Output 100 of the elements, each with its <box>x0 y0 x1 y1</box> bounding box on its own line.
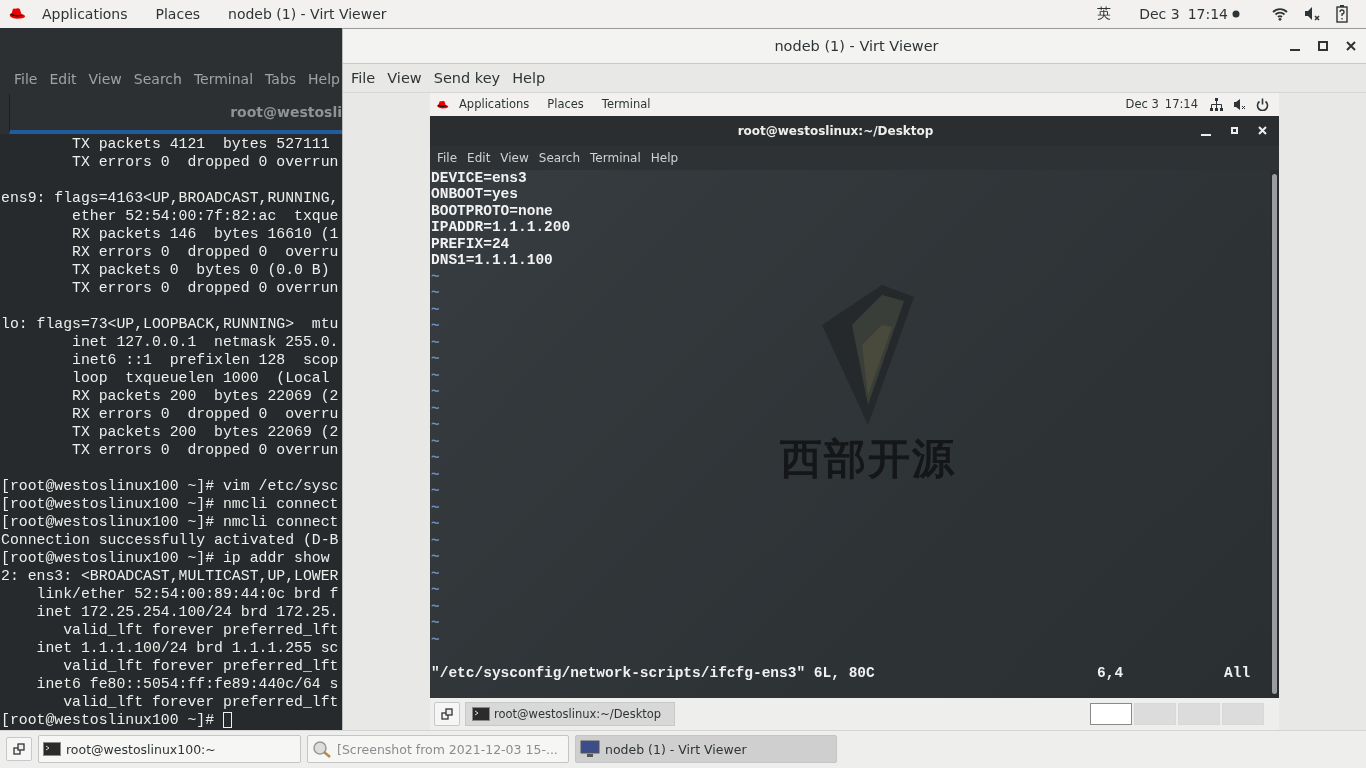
terminal-line: ens9: flags=4163<UP,BROADCAST,RUNNING, <box>1 188 339 207</box>
taskbar-item[interactable]: root@westoslinux100:~ <box>38 735 301 764</box>
editor-line: ~ <box>430 631 441 649</box>
clock-time[interactable]: 17:14 <box>1183 5 1228 22</box>
editor-line: ~ <box>430 615 441 632</box>
windows-icon <box>13 743 25 756</box>
terminal-line: lo: flags=73<UP,LOOPBACK,RUNNING> mtu <box>1 314 339 333</box>
volume-muted-icon[interactable] <box>1233 97 1246 111</box>
terminal-line: inet 172.25.254.100/24 brd 172.25. <box>35 602 339 621</box>
menu-item[interactable]: Terminal <box>187 70 260 87</box>
terminal-line: inet6 ::1 prefixlen 128 scop <box>71 350 339 369</box>
editor-line: PREFIX=24 <box>430 235 511 253</box>
editor-line: ~ <box>430 285 441 302</box>
terminal-line: RX packets 200 bytes 22069 (2 <box>71 386 339 405</box>
editor-line: ~ <box>430 466 441 484</box>
terminal-line: [root@westoslinux100 ~]# nmcli connect <box>1 494 339 513</box>
terminal-line: TX packets 200 bytes 22069 (2 <box>71 422 339 441</box>
terminal-icon <box>43 742 61 757</box>
menu-item[interactable]: Terminal <box>585 150 646 165</box>
hat-icon <box>8 7 26 21</box>
terminal-line: 2: ens3: <BROADCAST,MULTICAST,UP,LOWER <box>1 566 339 585</box>
editor-line: ~ <box>430 532 441 550</box>
volume-muted-icon[interactable] <box>1304 5 1320 22</box>
clock-date[interactable]: Dec 3 <box>1117 97 1159 112</box>
menu-item[interactable]: File <box>8 70 44 87</box>
terminal-line: TX errors 0 dropped 0 overrun <box>71 440 339 459</box>
terminal-line: [root@westoslinux100 ~]# ip addr show <box>1 548 330 567</box>
terminal-line: inet 127.0.0.1 netmask 255.0. <box>71 332 339 351</box>
menu-item[interactable]: View <box>381 69 428 86</box>
menu-item[interactable]: File <box>345 69 382 86</box>
menu-item[interactable]: View <box>82 70 128 87</box>
editor-line: ~ <box>430 417 441 434</box>
editor-line: ~ <box>430 318 441 335</box>
wifi-icon[interactable] <box>1272 6 1288 21</box>
windows-icon <box>441 707 453 720</box>
menu-item[interactable]: Help <box>645 150 684 165</box>
terminal-line: [root@westoslinux100 ~]# nmcli connect <box>1 512 339 531</box>
menu-item[interactable]: Help <box>506 69 552 86</box>
network-icon[interactable] <box>1210 97 1223 111</box>
terminal-line: RX errors 0 dropped 0 overru <box>71 404 339 423</box>
top-bar-menu[interactable]: Terminal <box>593 97 659 112</box>
magnifier-icon <box>312 740 332 759</box>
editor-line: DEVICE=ens3 <box>430 169 528 187</box>
power-icon[interactable] <box>1256 97 1269 111</box>
monitor-icon <box>580 740 600 759</box>
editor-line: IPADDR=1.1.1.200 <box>430 219 572 236</box>
editor-line: ~ <box>430 483 441 500</box>
show-desktop-button[interactable] <box>434 701 460 726</box>
menu-item[interactable]: File <box>432 150 463 165</box>
terminal-line: loop txqueuelen 1000 (Local <box>71 368 330 387</box>
menu-item[interactable]: Search <box>127 70 188 87</box>
editor-line: ONBOOT=yes <box>430 186 519 203</box>
close-icon[interactable] <box>1346 40 1356 51</box>
menu-item[interactable]: Search <box>533 150 586 165</box>
editor-line: ~ <box>430 268 441 286</box>
terminal-line: TX errors 0 dropped 0 overrun <box>71 278 339 297</box>
terminal-line: TX errors 0 dropped 0 overrun <box>71 152 339 171</box>
editor-line: ~ <box>430 433 441 451</box>
menu-item[interactable]: Tabs <box>259 70 303 87</box>
terminal-line: valid_lft forever preferred_lft <box>62 620 339 639</box>
editor-line: ~ <box>430 301 441 319</box>
battery-unknown-icon[interactable] <box>1336 4 1348 23</box>
show-desktop-button[interactable] <box>6 737 32 762</box>
top-bar-menu[interactable]: Places <box>539 97 592 112</box>
terminal-line: ether 52:54:00:7f:82:ac txque <box>71 206 339 225</box>
top-bar-menu[interactable]: nodeb (1) - Virt Viewer <box>216 5 399 22</box>
file-info: "/etc/sysconfig/network-scripts/ifcfg-ens3" 6L, 80C <box>431 664 876 682</box>
notification-dot-icon <box>1232 9 1240 18</box>
terminal-line: RX errors 0 dropped 0 overru <box>71 242 339 261</box>
editor-line: ~ <box>430 400 441 418</box>
taskbar-item[interactable]: root@westoslinux:~/Desktop <box>465 701 675 726</box>
terminal-line: [root@westoslinux100 ~]# <box>1 710 216 729</box>
menu-item[interactable]: Edit <box>462 150 496 165</box>
terminal-line: inet 1.1.1.100/24 brd 1.1.1.255 sc <box>35 638 339 657</box>
clock-time[interactable]: 17:14 <box>1160 97 1208 112</box>
terminal-line: inet6 fe80::5054:ff:fe89:440c/64 s <box>35 674 339 693</box>
taskbar-item[interactable]: nodeb (1) - Virt Viewer <box>575 735 837 764</box>
top-bar-menu[interactable]: Applications <box>30 5 140 22</box>
maximize-icon[interactable] <box>1318 40 1328 51</box>
terminal-line: TX packets 0 bytes 0 (0.0 B) <box>71 260 330 279</box>
editor-line: ~ <box>430 582 441 599</box>
menu-item[interactable]: Edit <box>43 70 83 87</box>
input-method-indicator[interactable]: 英 <box>1085 4 1124 23</box>
editor-line: ~ <box>430 499 441 517</box>
editor-line: ~ <box>430 549 441 566</box>
top-bar-menu[interactable]: Applications <box>451 97 538 112</box>
editor-line: ~ <box>430 565 441 583</box>
editor-line: ~ <box>430 367 441 385</box>
editor-line: DNS1=1.1.1.100 <box>430 252 554 269</box>
top-bar-menu[interactable]: Places <box>143 5 213 22</box>
terminal-line: RX packets 146 bytes 16610 (1 <box>71 224 339 243</box>
terminal-line: valid_lft forever preferred_lft <box>62 692 339 711</box>
menu-item[interactable]: Help <box>302 70 342 87</box>
clock-date[interactable]: Dec 3 <box>1127 5 1180 22</box>
cursor-position: 6,4 <box>1097 664 1125 682</box>
window-title: root@westoslinux:~/Desktop <box>736 123 935 138</box>
menu-item[interactable]: Send key <box>427 69 507 86</box>
menu-item[interactable]: View <box>495 150 534 165</box>
editor-line: ~ <box>430 334 441 352</box>
workspace-button[interactable] <box>1090 702 1132 725</box>
